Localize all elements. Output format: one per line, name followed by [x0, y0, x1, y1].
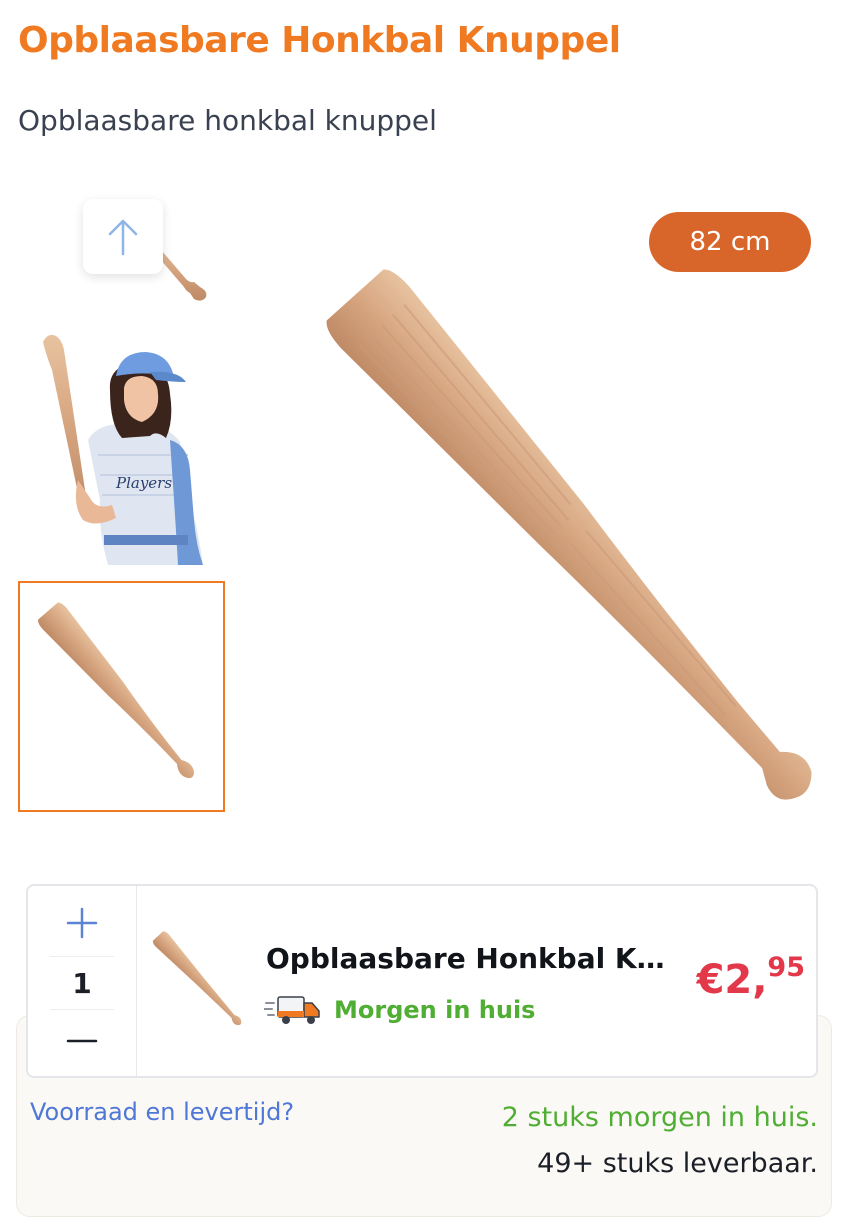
price-main: €2, — [696, 957, 768, 1003]
plus-icon — [66, 907, 98, 939]
delivery-truck-icon — [264, 996, 320, 1024]
size-badge: 82 cm — [649, 212, 811, 272]
price: €2,95 — [680, 952, 805, 1003]
quantity-value[interactable]: 1 — [50, 956, 114, 1010]
delivery-info: Morgen in huis — [264, 990, 535, 1030]
minus-icon — [66, 1039, 98, 1043]
stock-delivery-link[interactable]: Voorraad en levertijd? — [30, 1098, 294, 1126]
model-with-bat-thumbnail[interactable]: Players — [38, 330, 208, 565]
cart-item-thumbnail — [148, 924, 256, 1042]
bat-thumbnail[interactable] — [18, 581, 225, 812]
quantity-increase-button[interactable] — [52, 898, 112, 948]
main-product-image[interactable] — [320, 260, 840, 800]
arrow-up-icon — [108, 219, 138, 255]
quantity-decrease-button[interactable] — [52, 1016, 112, 1066]
price-cents: 95 — [767, 952, 805, 983]
scroll-up-button[interactable] — [83, 199, 163, 274]
stock-available-text: 49+ stuks leverbaar. — [537, 1148, 818, 1179]
product-subtitle: Opblaasbare honkbal knuppel — [18, 104, 437, 137]
cart-item-name[interactable]: Opblaasbare Honkbal K... — [266, 942, 666, 975]
svg-text:Players: Players — [115, 474, 172, 492]
cart-product-card: 1 Opblaasbare Honkbal K... Morgen in hui… — [26, 884, 818, 1078]
quantity-stepper: 1 — [28, 886, 137, 1076]
stock-tomorrow-text: 2 stuks morgen in huis. — [501, 1102, 818, 1133]
delivery-label: Morgen in huis — [334, 996, 536, 1024]
product-title: Opblaasbare Honkbal Knuppel — [18, 20, 621, 61]
